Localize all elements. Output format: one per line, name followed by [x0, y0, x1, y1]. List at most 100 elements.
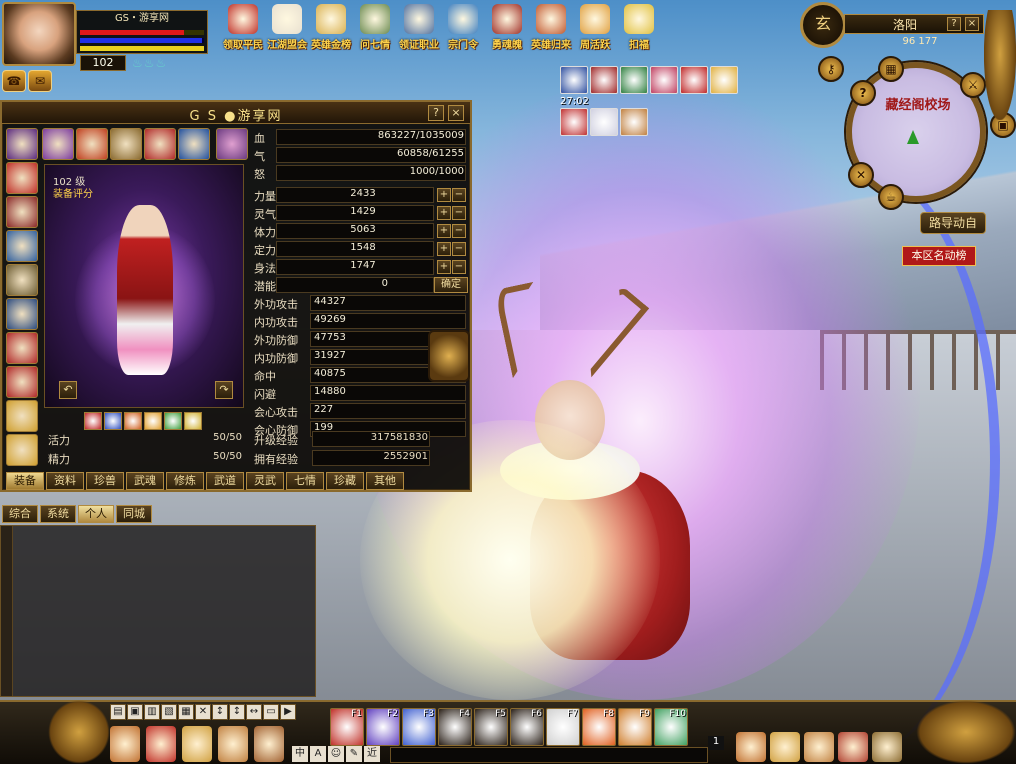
- chat-input[interactable]: [390, 747, 708, 763]
- hotbar-slot[interactable]: F1: [330, 708, 364, 746]
- chat-tab[interactable]: 综合: [2, 505, 38, 523]
- chat-tab[interactable]: 同城: [116, 505, 152, 523]
- rotate-right-button[interactable]: ↷: [215, 381, 233, 399]
- buff-icon[interactable]: [590, 66, 618, 94]
- add-point-button[interactable]: +: [437, 206, 451, 220]
- hotbar-slot[interactable]: F2: [366, 708, 400, 746]
- tab-9[interactable]: 其他: [366, 472, 404, 490]
- add-point-button[interactable]: +: [437, 188, 451, 202]
- player-portrait[interactable]: [2, 2, 76, 66]
- hotbar-slot[interactable]: F3: [402, 708, 436, 746]
- chat-tool-icon[interactable]: ↕: [229, 704, 245, 720]
- fashion-slot-icon[interactable]: [84, 412, 102, 430]
- chat-tool-icon[interactable]: ▥: [144, 704, 160, 720]
- add-point-button[interactable]: +: [437, 242, 451, 256]
- top-menu-item[interactable]: 问七情: [354, 2, 396, 56]
- key-icon[interactable]: ⚷: [818, 56, 844, 82]
- tab-1[interactable]: 资料: [46, 472, 84, 490]
- compass-icon[interactable]: 玄: [800, 2, 846, 48]
- teapot-icon[interactable]: ☕: [878, 184, 904, 210]
- menu-button-icon[interactable]: [254, 726, 284, 762]
- equipment-slot-icon[interactable]: [6, 366, 38, 398]
- remove-point-button[interactable]: −: [452, 224, 466, 238]
- top-menu-item[interactable]: 英雄金榜: [310, 2, 352, 56]
- equipment-slot-icon[interactable]: [144, 128, 176, 160]
- panel-close-button[interactable]: ×: [448, 105, 464, 121]
- tab-0[interactable]: 装备: [6, 472, 44, 490]
- equipment-slot-icon[interactable]: [6, 162, 38, 194]
- equipment-slot-icon[interactable]: [6, 230, 38, 262]
- chat-tool-icon[interactable]: ▭: [263, 704, 279, 720]
- remove-point-button[interactable]: −: [452, 206, 466, 220]
- system-button-icon[interactable]: [872, 732, 902, 762]
- menu-button-icon[interactable]: [146, 726, 176, 762]
- confirm-potential-button[interactable]: 确定: [434, 277, 468, 293]
- equipment-slot-icon[interactable]: [6, 332, 38, 364]
- top-menu-item[interactable]: 扣福: [618, 2, 660, 56]
- top-menu-item[interactable]: 周活跃: [574, 2, 616, 56]
- menu-button-icon[interactable]: [182, 726, 212, 762]
- remove-point-button[interactable]: −: [452, 242, 466, 256]
- hotbar-slot[interactable]: F8: [582, 708, 616, 746]
- server-ranking-button[interactable]: 本区名动榜: [902, 246, 976, 266]
- equipment-slot-icon[interactable]: [6, 196, 38, 228]
- top-menu-item[interactable]: 领证职业: [398, 2, 440, 56]
- chat-tool-icon[interactable]: ▧: [161, 704, 177, 720]
- equipment-slot-icon[interactable]: [110, 128, 142, 160]
- sword-icon[interactable]: ⚔: [960, 72, 986, 98]
- tab-6[interactable]: 灵武: [246, 472, 284, 490]
- chat-input-icon[interactable]: 近: [364, 746, 380, 762]
- character-panel-title-bar[interactable]: G S ●游享网 ? ×: [2, 102, 470, 124]
- buff-icon[interactable]: [680, 66, 708, 94]
- top-menu-item[interactable]: 江湖盟会: [266, 2, 308, 56]
- top-menu-item[interactable]: 领取平民: [222, 2, 264, 56]
- equipment-slot-icon[interactable]: [6, 434, 38, 466]
- chat-input-icon[interactable]: ✎: [346, 746, 362, 762]
- character-model-view[interactable]: 102 级 装备评分 ↶ ↷: [44, 164, 244, 408]
- chat-tool-icon[interactable]: ▣: [127, 704, 143, 720]
- tab-3[interactable]: 武魂: [126, 472, 164, 490]
- hotbar-slot[interactable]: F4: [438, 708, 472, 746]
- chat-tool-icon[interactable]: ↔: [246, 704, 262, 720]
- fashion-slot-icon[interactable]: [164, 412, 182, 430]
- potion-icons[interactable]: ♨♨♨: [132, 56, 167, 70]
- buff-icon[interactable]: [560, 108, 588, 136]
- hotbar-slot[interactable]: F9: [618, 708, 652, 746]
- add-point-button[interactable]: +: [437, 260, 451, 274]
- fashion-slot-icon[interactable]: [144, 412, 162, 430]
- rotate-left-button[interactable]: ↶: [59, 381, 77, 399]
- equipment-slot-icon[interactable]: [76, 128, 108, 160]
- system-button-icon[interactable]: [838, 732, 868, 762]
- remove-point-button[interactable]: −: [452, 260, 466, 274]
- minimap-close-button[interactable]: ×: [965, 17, 979, 31]
- fashion-slot-icon[interactable]: [124, 412, 142, 430]
- chat-tab[interactable]: 系统: [40, 505, 76, 523]
- tab-8[interactable]: 珍藏: [326, 472, 364, 490]
- auto-navigate-button[interactable]: 路导动自: [920, 212, 986, 234]
- tab-5[interactable]: 武道: [206, 472, 244, 490]
- buff-icon[interactable]: [590, 108, 618, 136]
- buff-icon[interactable]: [710, 66, 738, 94]
- hotbar-slot[interactable]: F7: [546, 708, 580, 746]
- equipment-slot-icon[interactable]: [6, 400, 38, 432]
- chat-input-icon[interactable]: 中: [292, 746, 308, 762]
- chat-tool-icon[interactable]: ↕: [212, 704, 228, 720]
- buff-icon[interactable]: [560, 66, 588, 94]
- system-button-icon[interactable]: [736, 732, 766, 762]
- top-menu-item[interactable]: 勇魂魄: [486, 2, 528, 56]
- add-point-button[interactable]: +: [437, 224, 451, 238]
- hotbar-page-number[interactable]: 1: [708, 736, 724, 750]
- chat-tool-icon[interactable]: ▤: [110, 704, 126, 720]
- pet-slot-icon[interactable]: [216, 128, 248, 160]
- equipment-slot-icon[interactable]: [6, 264, 38, 296]
- chat-input-icon[interactable]: A: [310, 746, 326, 762]
- close-map-icon[interactable]: ✕: [848, 162, 874, 188]
- quest-book-icon[interactable]: ✉: [28, 70, 52, 92]
- equipment-slot-icon[interactable]: [6, 298, 38, 330]
- chat-window[interactable]: [0, 525, 316, 697]
- map-toggle-icon[interactable]: ▦: [878, 56, 904, 82]
- tab-4[interactable]: 修炼: [166, 472, 204, 490]
- top-menu-item[interactable]: 宗门令: [442, 2, 484, 56]
- chat-tab[interactable]: 个人: [78, 505, 114, 523]
- tab-2[interactable]: 珍兽: [86, 472, 124, 490]
